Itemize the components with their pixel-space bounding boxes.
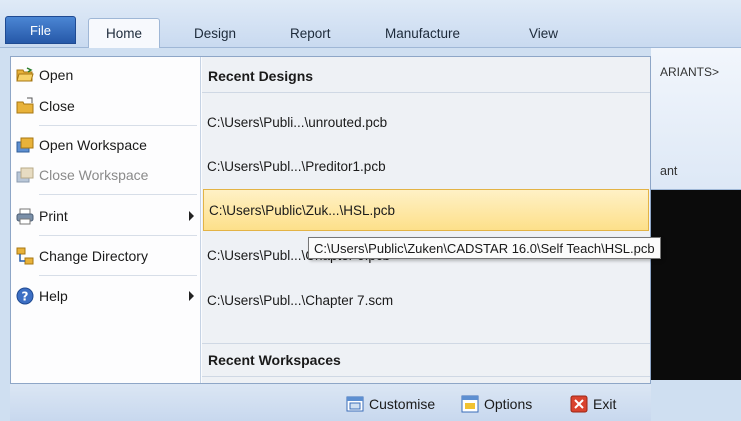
tab-file[interactable]: File	[5, 16, 76, 44]
printer-icon	[16, 207, 34, 225]
tab-report[interactable]: Report	[286, 18, 335, 48]
path-tooltip: C:\Users\Public\Zuken\CADSTAR 16.0\Self …	[308, 237, 661, 259]
exit-label: Exit	[593, 396, 617, 412]
file-menu: Open Close Open Workspace Close Workspac…	[10, 56, 651, 384]
menu-separator	[39, 125, 197, 126]
submenu-arrow-icon	[189, 211, 194, 221]
recent-designs-heading: Recent Designs	[202, 59, 650, 93]
close-folder-icon	[16, 97, 34, 115]
menu-item-label: Print	[39, 208, 68, 224]
submenu-arrow-icon	[189, 291, 194, 301]
open-folder-icon	[16, 66, 34, 84]
tab-home[interactable]: Home	[88, 18, 161, 48]
open-workspace-icon	[16, 136, 34, 154]
menu-item-label: Open Workspace	[39, 137, 147, 153]
tab-design[interactable]: Design	[190, 18, 240, 48]
options-label: Options	[484, 396, 533, 412]
file-menu-commands: Open Close Open Workspace Close Workspac…	[11, 57, 201, 383]
design-canvas[interactable]	[651, 190, 741, 380]
menu-item-label: Open	[39, 67, 74, 83]
recent-files-pane: Recent Designs C:\Users\Publi...\unroute…	[202, 57, 650, 383]
ribbon-variants-label[interactable]: ARIANTS>	[660, 65, 719, 79]
change-directory-icon	[16, 247, 34, 265]
menu-item-help[interactable]: ? Help	[14, 281, 198, 311]
options-button[interactable]: Options	[461, 393, 532, 415]
close-workspace-icon	[16, 166, 34, 184]
help-icon: ?	[16, 287, 34, 305]
file-menu-footer: Customise Options Exit	[10, 384, 651, 421]
menu-separator	[39, 235, 197, 236]
menu-item-open[interactable]: Open	[14, 60, 198, 90]
customise-label: Customise	[369, 396, 436, 412]
recent-design-item[interactable]: C:\Users\Publ...\Preditor1.pcb	[202, 145, 650, 187]
menu-item-close-workspace[interactable]: Close Workspace	[14, 160, 198, 190]
recent-design-item[interactable]: C:\Users\Publi...\unrouted.pcb	[202, 101, 650, 143]
menu-item-label: Close	[39, 98, 75, 114]
menu-separator	[39, 275, 197, 276]
menu-item-label: Change Directory	[39, 248, 148, 264]
customise-button[interactable]: Customise	[346, 393, 435, 415]
recent-design-item[interactable]: C:\Users\Publ...\Chapter 7.scm	[202, 279, 650, 321]
menu-item-label: Close Workspace	[39, 167, 149, 183]
status-area	[651, 380, 741, 421]
menu-item-close[interactable]: Close	[14, 91, 198, 121]
svg-text:?: ?	[22, 290, 29, 304]
ribbon-panel: ARIANTS> ant	[651, 48, 741, 190]
options-icon	[461, 395, 479, 413]
menu-item-open-workspace[interactable]: Open Workspace	[14, 130, 198, 160]
ribbon-tab-bar: File Home Design Report Manufacture View	[0, 0, 741, 48]
recent-design-item-highlighted[interactable]: C:\Users\Public\Zuk...\HSL.pcb	[203, 189, 649, 231]
exit-icon	[570, 395, 588, 413]
ribbon-caption: ant	[660, 164, 678, 178]
customise-icon	[346, 395, 364, 413]
tab-manufacture[interactable]: Manufacture	[381, 18, 464, 48]
exit-button[interactable]: Exit	[570, 393, 616, 415]
recent-workspaces-heading: Recent Workspaces	[202, 343, 650, 377]
menu-item-label: Help	[39, 288, 68, 304]
tab-view[interactable]: View	[525, 18, 562, 48]
menu-separator	[39, 194, 197, 195]
menu-item-change-directory[interactable]: Change Directory	[14, 241, 198, 271]
menu-item-print[interactable]: Print	[14, 201, 198, 231]
